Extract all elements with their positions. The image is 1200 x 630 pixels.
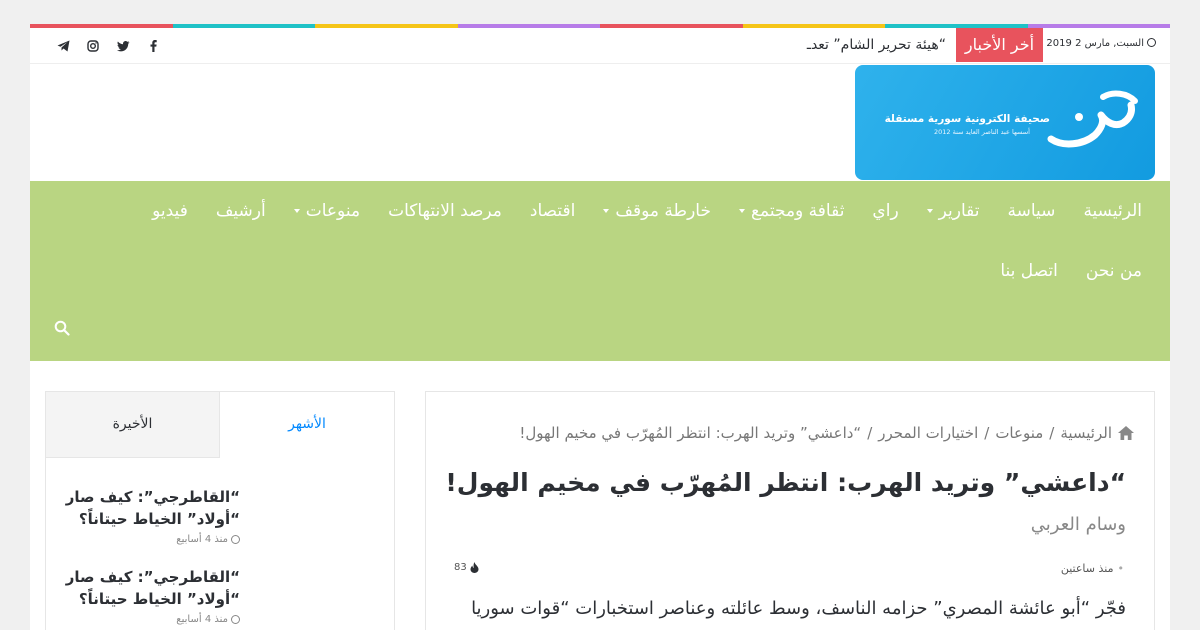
breadcrumb-category[interactable]: منوعات — [995, 424, 1043, 442]
chevron-down-icon — [926, 209, 933, 213]
nav-row-primary: الرئيسية سياسة تقارير راي ثقافة ومجتمع خارطة … — [138, 181, 1170, 241]
social-links — [48, 38, 168, 54]
article-title: “داعشي” وتريد الهرب: انتظر المُهرّب في م… — [445, 468, 1126, 497]
nav-item[interactable]: سياسة — [994, 181, 1070, 241]
fire-icon — [470, 562, 479, 573]
twitter-icon[interactable] — [108, 38, 138, 54]
nav-item-label: أرشيف — [215, 201, 266, 221]
nav-item-label: فيديو — [152, 201, 188, 221]
bullet: • — [1117, 562, 1125, 575]
clock-icon — [231, 535, 240, 544]
breadcrumb-current: “داعشي” وتريد الهرب: انتظر المُهرّب في م… — [519, 424, 862, 442]
site-logo[interactable]: صحيفة الكترونية سورية مستقلة أسسها عبد ا… — [855, 65, 1155, 180]
nav-item-label: منوعات — [305, 201, 361, 221]
breadcrumb: الرئيسية / منوعات / اختيارات المحرر / “د… — [519, 424, 1134, 442]
breadcrumb-separator: / — [867, 424, 873, 442]
breadcrumb-separator: / — [1049, 424, 1055, 442]
breadcrumb-separator: / — [984, 424, 990, 442]
clock-icon — [231, 615, 240, 624]
nav-item[interactable]: اقتصاد — [516, 181, 589, 241]
facebook-icon[interactable] — [138, 38, 168, 54]
nav-item-label: من نحن — [1085, 261, 1142, 281]
nav-item-label: ثقافة ومجتمع — [750, 201, 845, 221]
news-ticker-link[interactable]: “هيئة تحرير الشام” تعدـ — [630, 37, 946, 53]
nav-item[interactable]: ثقافة ومجتمع — [725, 181, 858, 241]
nav-item-label: تقارير — [938, 201, 980, 221]
page-wrapper: السبت, مارس 2 2019 أخر الأخبار “هيئة تحر… — [30, 24, 1170, 630]
current-date: السبت, مارس 2 2019 — [1046, 38, 1156, 49]
nav-item[interactable]: خارطة موقف — [589, 181, 725, 241]
home-icon[interactable] — [1118, 426, 1134, 440]
telegram-icon[interactable] — [48, 38, 78, 54]
post-title-line[interactable]: “أولاد” الخياط حيتاناً؟ — [70, 588, 240, 610]
instagram-icon[interactable] — [78, 38, 108, 54]
post-date: منذ 4 أسابيع — [70, 534, 240, 545]
nav-item[interactable]: تقارير — [913, 181, 994, 241]
nav-item[interactable]: الرئيسية — [1069, 181, 1156, 241]
nav-item[interactable]: منوعات — [280, 181, 374, 241]
article-card: الرئيسية / منوعات / اختيارات المحرر / “د… — [425, 391, 1155, 630]
list-item[interactable]: “القاطرجي”: كيف صار “أولاد” الخياط حيتان… — [66, 566, 240, 625]
article-time: •منذ ساعتين — [1060, 562, 1125, 575]
chevron-down-icon — [738, 209, 745, 213]
nav-item[interactable]: راي — [858, 181, 912, 241]
breaking-news-label: أخر الأخبار — [956, 28, 1043, 62]
nav-item[interactable]: مرصد الانتهاكات — [374, 181, 516, 241]
nav-item-label: خارطة موقف — [615, 201, 711, 221]
logo-wordmark-icon — [1047, 90, 1138, 148]
search-icon[interactable] — [54, 320, 70, 336]
breadcrumb-home[interactable]: الرئيسية — [1060, 424, 1112, 442]
nav-item[interactable]: من نحن — [1072, 241, 1156, 301]
chevron-down-icon — [603, 209, 610, 213]
nav-item-label: مرصد الانتهاكات — [388, 201, 502, 221]
nav-item[interactable]: اتصل بنا — [986, 241, 1072, 301]
widget-tabs: الأخيرة الأشهر — [46, 392, 394, 458]
article-excerpt: فجّر “أبو عائشة المصري” حزامه الناسف، وس… — [471, 598, 1126, 619]
top-bar: السبت, مارس 2 2019 أخر الأخبار “هيئة تحر… — [30, 28, 1170, 64]
list-item[interactable]: “القاطرجي”: كيف صار “أولاد” الخياط حيتان… — [66, 486, 240, 545]
tab-popular[interactable]: الأشهر — [220, 392, 394, 458]
chevron-down-icon — [293, 209, 300, 213]
nav-row-secondary: من نحن اتصل بنا — [986, 241, 1170, 301]
article-author[interactable]: وسام العربي — [1031, 514, 1126, 535]
breadcrumb-subcategory[interactable]: اختيارات المحرر — [878, 424, 978, 442]
logo-subline: أسسها عبد الناصر العايد سنة 2012 — [933, 128, 1030, 136]
nav-item-label: اقتصاد — [529, 201, 576, 221]
nav-item-label: سياسة — [1007, 201, 1056, 221]
nav-item-label: اتصل بنا — [1000, 261, 1058, 281]
article-views: 83 — [454, 562, 479, 573]
post-title-line[interactable]: “القاطرجي”: كيف صار — [66, 486, 240, 508]
post-date: منذ 4 أسابيع — [70, 614, 240, 625]
logo-tagline: صحيفة الكترونية سورية مستقلة — [884, 113, 1050, 125]
sidebar-tabs-widget: الأخيرة الأشهر “القاطرجي”: كيف صار “أولا… — [45, 391, 395, 630]
nav-item[interactable]: فيديو — [138, 181, 202, 241]
clock-icon — [1147, 38, 1156, 47]
nav-item-label: الرئيسية — [1083, 201, 1142, 221]
main-navigation: الرئيسية سياسة تقارير راي ثقافة ومجتمع خارطة … — [30, 181, 1170, 361]
nav-item-label: راي — [872, 201, 899, 221]
post-title-line[interactable]: “أولاد” الخياط حيتاناً؟ — [70, 508, 240, 530]
tab-recent[interactable]: الأخيرة — [46, 392, 220, 458]
post-title-line[interactable]: “القاطرجي”: كيف صار — [66, 566, 240, 588]
nav-item[interactable]: أرشيف — [202, 181, 280, 241]
